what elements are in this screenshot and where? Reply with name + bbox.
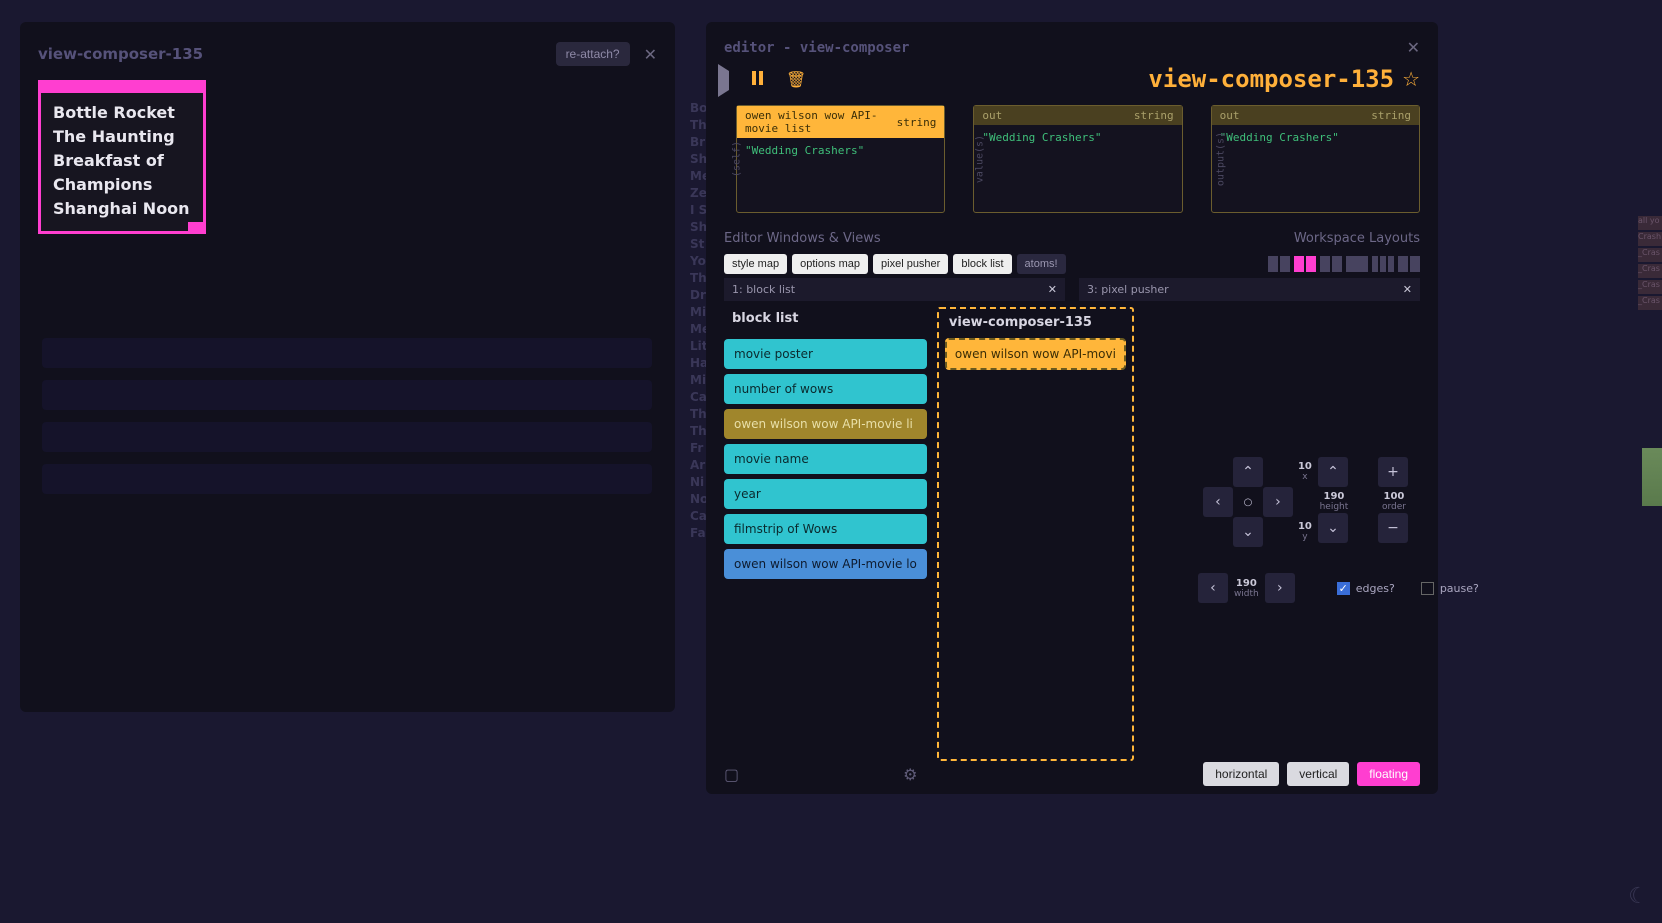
pixel-pusher-panel: ⌃ ⌄ ‹ › ○ 10x 10y ⌃ 190height ⌄ + 100ord… [1148,307,1420,761]
close-icon[interactable]: ✕ [1048,283,1057,296]
editor-panel: editor - view-composer ✕ 🗑 view-composer… [706,22,1438,794]
block-list-item[interactable]: owen wilson wow API-movie lo [724,549,927,579]
block-list-item[interactable]: filmstrip of Wows [724,514,927,544]
layout-option[interactable] [1372,256,1394,272]
panel-tab[interactable]: 3: pixel pusher ✕ [1079,278,1420,301]
edges-label: edges? [1356,582,1395,595]
trash-icon[interactable]: 🗑 [786,70,806,89]
block-list-title: block list [724,307,927,334]
right-button[interactable]: › [1263,487,1293,517]
center-indicator: ○ [1233,487,1263,517]
ghost-field [42,338,652,368]
left-header: view-composer-135 re-attach? ✕ [38,34,657,80]
block-list-item[interactable]: movie poster [724,339,927,369]
edges-checkbox[interactable]: ✓ [1337,582,1350,595]
play-icon[interactable] [718,71,734,87]
selected-block-preview[interactable]: Bottle RocketThe HauntingBreakfast of Ch… [38,80,206,234]
star-icon[interactable]: ☆ [1402,67,1420,91]
layout-vertical-button[interactable]: vertical [1287,762,1349,786]
editor-header: editor - view-composer [724,40,909,56]
sidebar-stub[interactable]: _Cras [1638,264,1662,278]
close-icon[interactable]: ✕ [644,45,657,64]
panel-tab-label: 3: pixel pusher [1087,283,1169,296]
movie-item: Shanghai Noon [53,197,193,221]
pause-label: pause? [1440,582,1479,595]
editor-title: view-composer-135 [1148,65,1394,93]
inspector-card[interactable]: value(s) outstring "Wedding Crashers" [973,105,1182,213]
panel-tab-label: 1: block list [732,283,795,296]
section-layouts-label: Workspace Layouts [1294,231,1420,246]
view-drop-zone[interactable]: view-composer-135 owen wilson wow API-mo… [937,307,1134,761]
height-up-button[interactable]: ⌃ [1318,457,1348,487]
drop-title: view-composer-135 [945,315,1126,338]
layout-option[interactable] [1320,256,1342,272]
layout-option[interactable] [1398,256,1420,272]
dropped-block-chip[interactable]: owen wilson wow API-movi [945,338,1126,370]
right-thumbnail [1642,448,1662,506]
layout-horizontal-button[interactable]: horizontal [1203,762,1279,786]
moon-icon[interactable]: ☾ [1628,884,1648,909]
block-list-item[interactable]: movie name [724,444,927,474]
width-value: 190 [1234,578,1259,589]
movie-item: Breakfast of Champions [53,149,193,197]
pause-checkbox[interactable] [1421,582,1434,595]
layout-floating-button[interactable]: floating [1357,762,1420,786]
sidebar-stub[interactable]: _Cras [1638,248,1662,262]
layout-option[interactable] [1346,256,1368,272]
width-right-button[interactable]: › [1265,573,1295,603]
left-panel: view-composer-135 re-attach? ✕ Bottle Ro… [20,22,675,712]
view-chip[interactable]: block list [953,254,1011,274]
left-title: view-composer-135 [38,45,203,63]
ghost-field [42,464,652,494]
movie-item: The Haunting [53,125,193,149]
section-windows-label: Editor Windows & Views [724,231,881,246]
layout-option[interactable] [1268,256,1290,272]
ghost-field [42,422,652,452]
left-button[interactable]: ‹ [1203,487,1233,517]
pause-icon[interactable] [752,71,768,87]
palette-icon[interactable]: ⚙ [903,765,917,784]
ghost-field [42,380,652,410]
up-button[interactable]: ⌃ [1233,457,1263,487]
height-value: 190 [1314,491,1354,502]
order-minus-button[interactable]: − [1378,513,1408,543]
reattach-button[interactable]: re-attach? [556,42,630,66]
view-chip[interactable]: atoms! [1017,254,1066,274]
width-left-button[interactable]: ‹ [1198,573,1228,603]
block-list-item[interactable]: year [724,479,927,509]
right-edge-stubs: all yo Crash _Cras _Cras _Cras _Cras [1638,214,1662,312]
window-icon[interactable]: ▢ [724,765,739,784]
close-icon[interactable]: ✕ [1407,38,1420,57]
order-value: 100 [1374,491,1414,502]
order-plus-button[interactable]: + [1378,457,1408,487]
view-chip[interactable]: pixel pusher [873,254,948,274]
view-chip[interactable]: style map [724,254,787,274]
down-button[interactable]: ⌄ [1233,517,1263,547]
view-chip[interactable]: options map [792,254,868,274]
sidebar-stub[interactable]: Crash [1638,232,1662,246]
block-list-item[interactable]: number of wows [724,374,927,404]
sidebar-stub[interactable]: _Cras [1638,280,1662,294]
close-icon[interactable]: ✕ [1403,283,1412,296]
layout-option[interactable] [1294,256,1316,272]
layout-icons [1268,256,1420,272]
height-down-button[interactable]: ⌄ [1318,513,1348,543]
sidebar-stub[interactable]: _Cras [1638,296,1662,310]
block-list-item[interactable]: owen wilson wow API-movie li [724,409,927,439]
movie-item: Bottle Rocket [53,101,193,125]
sidebar-stub[interactable]: all yo [1638,216,1662,230]
panel-tab[interactable]: 1: block list ✕ [724,278,1065,301]
inspector-card[interactable]: (self) owen wilson wow API-movie liststr… [736,105,945,213]
x-value: 10 [1298,461,1312,472]
y-value: 10 [1298,521,1312,532]
inspector-card[interactable]: output(s) outstring "Wedding Crashers" [1211,105,1420,213]
